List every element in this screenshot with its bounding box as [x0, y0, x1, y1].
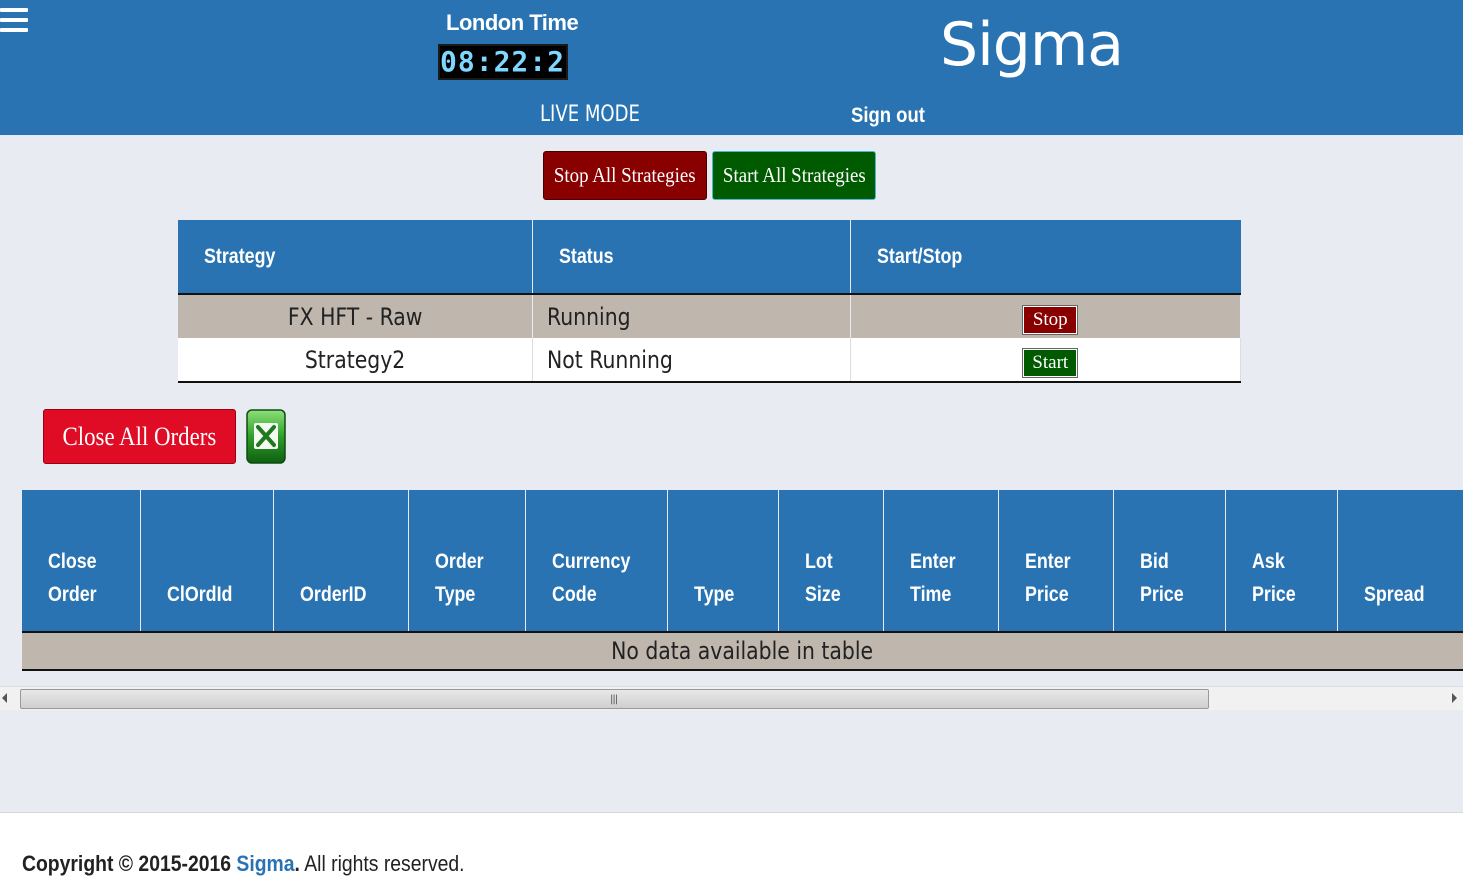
column-header-close-order[interactable]: Close Order: [22, 490, 140, 633]
strategy-table: Strategy Status Start/Stop FX HFT - Raw …: [178, 220, 1241, 383]
column-header-enter-price[interactable]: Enter Price: [997, 490, 1113, 633]
copyright-period: .: [294, 851, 300, 876]
strategy-name-cell: FX HFT - Raw: [178, 294, 533, 338]
table-row: FX HFT - Raw Running Stop: [178, 294, 1241, 338]
column-header-start-stop[interactable]: Start/Stop: [850, 220, 1241, 295]
empty-table-message: No data available in table: [22, 632, 1463, 671]
strategy-name-cell: Strategy2: [178, 338, 533, 383]
column-header-status[interactable]: Status: [532, 220, 851, 295]
close-all-orders-label: Close All Orders: [62, 421, 217, 451]
column-header-orderid[interactable]: OrderID: [272, 490, 408, 633]
excel-export-icon[interactable]: [246, 409, 286, 464]
table-row: Strategy2 Not Running Start: [178, 338, 1241, 383]
column-header-spread[interactable]: Spread: [1336, 490, 1463, 633]
scroll-left-arrow-icon[interactable]: [2, 693, 7, 703]
start-all-strategies-label: Start All Strategies: [722, 163, 866, 187]
start-strategy-button[interactable]: Start: [1022, 347, 1079, 378]
copyright-text: Copyright © 2015-2016 Sigma. All rights …: [22, 851, 465, 877]
strategy-action-cell: Stop: [850, 294, 1241, 338]
close-all-orders-button[interactable]: Close All Orders: [43, 409, 236, 464]
copyright-prefix: Copyright © 2015-2016: [22, 851, 232, 876]
scrollbar-thumb[interactable]: |||: [20, 689, 1209, 709]
scroll-right-arrow-icon[interactable]: [1452, 693, 1457, 703]
sign-out-link[interactable]: Sign out: [851, 104, 925, 128]
grip-icon: |||: [610, 694, 618, 705]
copyright-suffix: All rights reserved.: [304, 851, 465, 876]
brand-link[interactable]: Sigma: [236, 851, 294, 876]
orders-table: Close Order ClOrdId OrderID Order Type C…: [22, 490, 1463, 671]
stop-strategy-button[interactable]: Stop: [1022, 304, 1079, 335]
column-header-ask-price[interactable]: Ask Price: [1224, 490, 1337, 633]
brand-title: Sigma: [940, 10, 1124, 80]
column-header-bid-price[interactable]: Bid Price: [1112, 490, 1225, 633]
stop-all-strategies-label: Stop All Strategies: [554, 163, 696, 187]
london-time-label: London Time: [446, 10, 579, 35]
orders-table-container: Close Order ClOrdId OrderID Order Type C…: [22, 490, 1463, 674]
column-header-order-type[interactable]: Order Type: [407, 490, 525, 633]
top-header: London Time 08:22:23 Sigma LIVE MODE Sig…: [0, 0, 1463, 135]
column-header-type[interactable]: Type: [666, 490, 778, 633]
column-header-strategy[interactable]: Strategy: [178, 220, 533, 295]
hamburger-menu-icon[interactable]: [0, 8, 30, 42]
table-row: No data available in table: [22, 632, 1463, 671]
strategy-status-cell: Not Running: [532, 338, 851, 383]
strategy-action-cell: Start: [850, 338, 1241, 383]
footer: Copyright © 2015-2016 Sigma. All rights …: [0, 812, 1463, 879]
column-header-currency-code[interactable]: Currency Code: [524, 490, 667, 633]
column-header-lot-size[interactable]: Lot Size: [777, 490, 883, 633]
horizontal-scrollbar[interactable]: |||: [0, 686, 1463, 710]
london-clock: 08:22:23: [438, 44, 568, 80]
column-header-clordid[interactable]: ClOrdId: [139, 490, 273, 633]
strategy-status-cell: Running: [532, 294, 851, 338]
start-all-strategies-button[interactable]: Start All Strategies: [712, 151, 876, 200]
column-header-enter-time[interactable]: Enter Time: [882, 490, 998, 633]
mode-label: LIVE MODE: [540, 102, 640, 127]
stop-all-strategies-button[interactable]: Stop All Strategies: [543, 151, 707, 200]
